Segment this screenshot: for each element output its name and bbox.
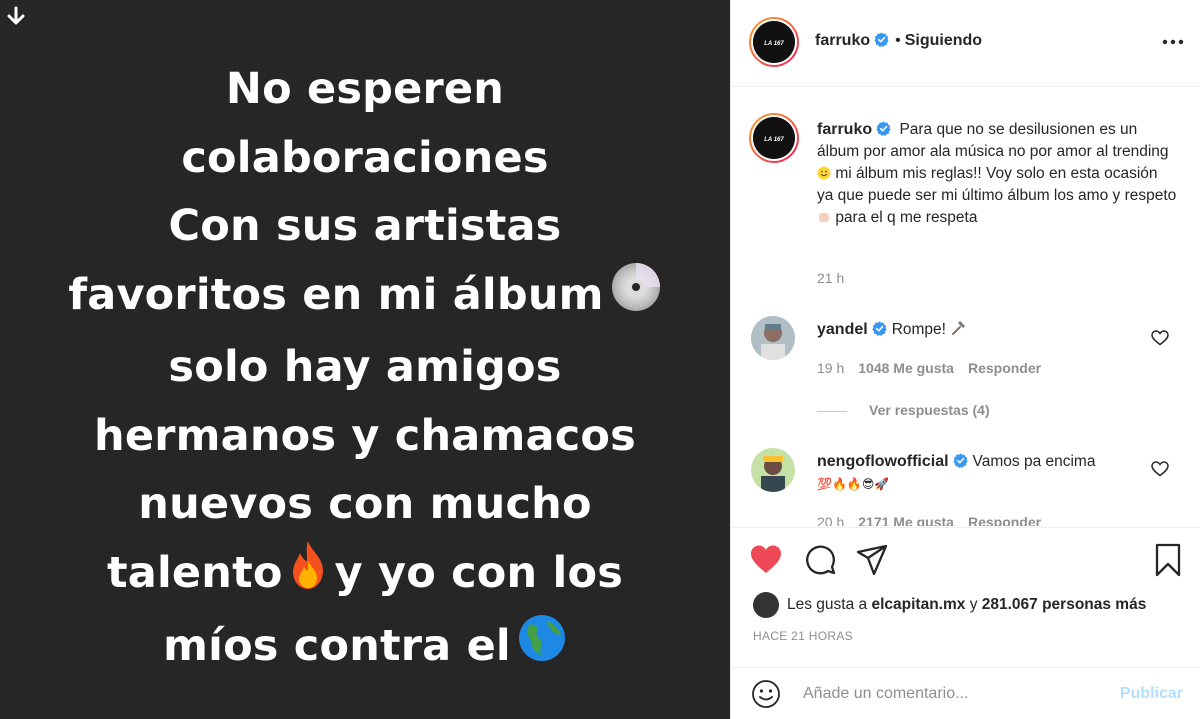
- fire-icon: [285, 539, 331, 612]
- story-line: favoritos en mi álbum: [0, 261, 730, 334]
- comment-body: Vamos pa encima: [972, 453, 1096, 470]
- story-line-text: talento: [106, 547, 283, 598]
- comment-text: nengoflowofficial Vamos pa encima 💯🔥🔥😎🚀: [817, 451, 1157, 495]
- separator-dot: •: [895, 32, 901, 49]
- liker-username[interactable]: elcapitan.mx: [871, 596, 965, 613]
- verified-icon: [874, 32, 889, 47]
- username-link[interactable]: nengoflowofficial: [817, 453, 949, 470]
- story-line: No esperen: [225, 64, 505, 114]
- post-timestamp: HACE 21 HORAS: [753, 629, 853, 643]
- cd-icon: [610, 261, 662, 334]
- hammer-emoji-icon: [950, 321, 966, 338]
- avatar[interactable]: LA 167: [749, 17, 799, 67]
- story-line: hermanos y chamacos: [94, 410, 636, 461]
- post-header: LA 167 farruko • Siguiendo: [731, 0, 1200, 87]
- caption-text: farruko Para que no se desilusionen es u…: [817, 119, 1177, 229]
- caption-time: 21 h: [817, 270, 845, 286]
- likes-connector: y: [969, 596, 978, 614]
- caption-body: para el q me respeta: [835, 209, 978, 226]
- share-send-icon[interactable]: [855, 543, 889, 577]
- view-replies-button[interactable]: Ver respuestas (4): [817, 402, 990, 418]
- comment-text: yandel Rompe!: [817, 319, 1157, 341]
- svg-text:LA 167: LA 167: [764, 137, 784, 143]
- comment-likes[interactable]: 1048 Me gusta: [858, 360, 954, 376]
- divider-line: [817, 410, 847, 412]
- story-line-text: y yo con los: [334, 547, 624, 598]
- publish-button[interactable]: Publicar: [1120, 685, 1183, 703]
- comment-icon[interactable]: [803, 543, 837, 577]
- like-heart-icon[interactable]: [749, 543, 783, 577]
- likes-count[interactable]: 281.067 personas más: [982, 596, 1147, 613]
- story-text: No esperen colaboraciones Con sus artist…: [0, 55, 730, 683]
- story-line: talento y yo con los: [0, 539, 730, 612]
- comment-like-icon[interactable]: [1151, 330, 1169, 346]
- story-line: colaboraciones: [181, 132, 549, 183]
- reply-button[interactable]: Responder: [968, 360, 1041, 376]
- avatar[interactable]: [753, 592, 779, 618]
- post-actions: Les gusta a elcapitan.mx y 281.067 perso…: [731, 527, 1200, 667]
- verified-icon: [876, 121, 891, 136]
- likes-summary: Les gusta a elcapitan.mx y 281.067 perso…: [753, 592, 1146, 618]
- username-link[interactable]: farruko: [817, 121, 872, 138]
- more-options-icon[interactable]: [1161, 38, 1185, 46]
- comment-meta: 19 h 1048 Me gusta Responder: [817, 360, 1041, 376]
- comment-body: Rompe!: [891, 321, 946, 338]
- emoji-picker-icon[interactable]: [751, 679, 781, 709]
- username-link[interactable]: farruko: [815, 32, 870, 49]
- caption-body: mi álbum mis reglas!! Voy solo en esta o…: [817, 165, 1177, 204]
- comments-list[interactable]: LA 167 farruko Para que no se desilusion…: [731, 88, 1200, 526]
- globe-icon: [517, 613, 567, 684]
- save-bookmark-icon[interactable]: [1151, 543, 1185, 577]
- following-button[interactable]: Siguiendo: [905, 32, 982, 49]
- reply-button[interactable]: Responder: [968, 514, 1041, 526]
- username-link[interactable]: yandel: [817, 321, 868, 338]
- post-side-panel: LA 167 farruko • Siguiendo LA 167 farruko …: [730, 0, 1200, 719]
- likes-prefix: Les gusta a: [787, 596, 868, 614]
- smile-emoji-icon: [817, 165, 831, 182]
- story-line: solo hay amigos: [168, 342, 562, 393]
- arrow-down-icon[interactable]: [6, 6, 26, 26]
- comment-input[interactable]: [803, 681, 1093, 707]
- add-comment-bar: Publicar: [731, 667, 1200, 719]
- story-line-text: favoritos en mi álbum: [68, 269, 604, 320]
- avatar[interactable]: LA 167: [749, 113, 799, 163]
- svg-text:LA 167: LA 167: [764, 41, 784, 47]
- comment-emojis: 💯🔥🔥😎🚀: [817, 477, 890, 491]
- comment-likes[interactable]: 2171 Me gusta: [858, 514, 954, 526]
- view-replies-label: Ver respuestas (4): [869, 402, 990, 418]
- comment-time: 20 h: [817, 514, 845, 526]
- verified-icon: [953, 453, 968, 468]
- comment-meta: 20 h 2171 Me gusta Responder: [817, 514, 1041, 526]
- story-line: nuevos con mucho: [138, 479, 592, 530]
- avatar[interactable]: [751, 316, 795, 360]
- story-line-text: míos contra el: [163, 620, 511, 671]
- post-media: No esperen colaboraciones Con sus artist…: [0, 0, 730, 719]
- header-user: farruko • Siguiendo: [815, 32, 982, 50]
- avatar[interactable]: [751, 448, 795, 492]
- comment-time: 19 h: [817, 360, 845, 376]
- verified-icon: [872, 321, 887, 336]
- comment-like-icon[interactable]: [1151, 461, 1169, 477]
- story-line: míos contra el: [0, 612, 730, 684]
- fist-emoji-icon: [817, 209, 831, 226]
- story-line: Con sus artistas: [168, 201, 562, 251]
